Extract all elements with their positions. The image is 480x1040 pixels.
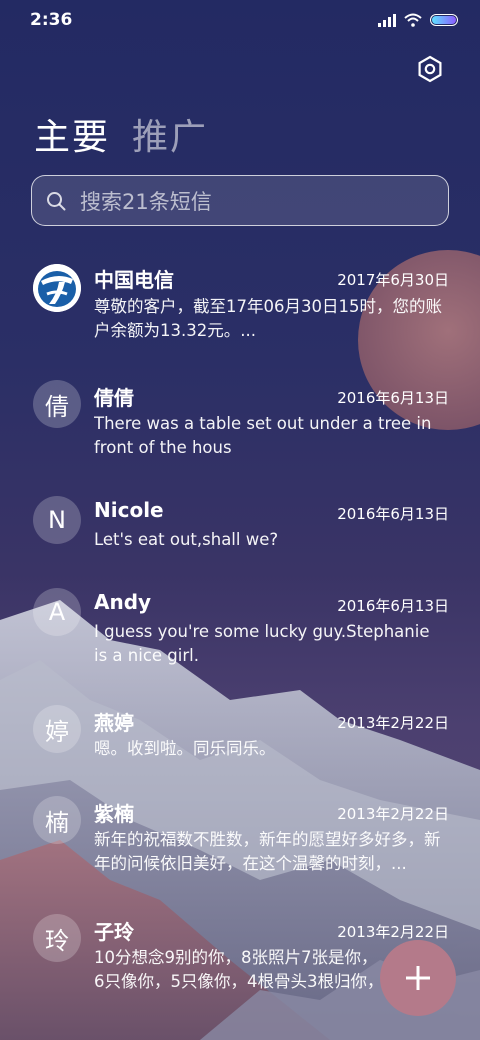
gear-icon[interactable] (416, 55, 444, 83)
message-preview: There was a table set out under a tree i… (94, 414, 432, 457)
message-preview: Let's eat out,shall we? (94, 530, 279, 549)
wifi-icon (404, 13, 422, 27)
contact-name: 倩倩 (94, 386, 134, 410)
contact-name: Nicole (94, 498, 164, 522)
message-preview: I guess you're some lucky guy.Stephanie … (94, 622, 430, 665)
signal-icon (378, 14, 396, 27)
list-item[interactable]: 中国电信 2017年6月30日 尊敬的客户，截至17年06月30日15时，您的账… (0, 262, 480, 357)
status-icons (378, 11, 458, 29)
message-date: 2013年2月22日 (337, 805, 449, 823)
message-date: 2013年2月22日 (337, 923, 449, 941)
message-date: 2013年2月22日 (337, 714, 449, 732)
avatar: A (33, 588, 81, 636)
china-telecom-logo-icon (33, 264, 81, 312)
avatar: N (33, 496, 81, 544)
contact-name: 燕婷 (94, 711, 134, 735)
list-item[interactable]: N Nicole 2016年6月13日 Let's eat out,shall … (0, 496, 480, 566)
message-date: 2016年6月13日 (337, 505, 449, 523)
message-preview: 嗯。收到啦。同乐同乐。 (94, 739, 276, 758)
category-tabs: 主要 推广 (34, 108, 208, 160)
status-time: 2:36 (30, 10, 73, 30)
contact-name: 中国电信 (94, 268, 174, 292)
contact-name: 子玲 (94, 920, 134, 944)
status-bar: 2:36 (0, 0, 480, 40)
list-item[interactable]: 婷 燕婷 2013年2月22日 嗯。收到啦。同乐同乐。 (0, 705, 480, 775)
avatar: 楠 (33, 796, 81, 844)
message-preview: 尊敬的客户，截至17年06月30日15时，您的账户余额为13.32元。... (94, 297, 442, 340)
search-icon (47, 192, 66, 211)
list-item[interactable]: 倩 倩倩 2016年6月13日 There was a table set ou… (0, 380, 480, 475)
avatar: 婷 (33, 705, 81, 753)
avatar: 玲 (33, 914, 81, 962)
list-item[interactable]: 楠 紫楠 2013年2月22日 新年的祝福数不胜数，新年的愿望好多好多，新年的问… (0, 796, 480, 891)
compose-button[interactable] (380, 940, 456, 1016)
message-preview: 新年的祝福数不胜数，新年的愿望好多好多，新年的问候依旧美好，在这个温馨的时刻，.… (94, 830, 441, 873)
message-date: 2016年6月13日 (337, 597, 449, 615)
contact-name: 紫楠 (94, 802, 134, 826)
battery-icon (430, 14, 458, 26)
contact-name: Andy (94, 590, 152, 614)
avatar: 倩 (33, 380, 81, 428)
message-date: 2016年6月13日 (337, 389, 449, 407)
list-item[interactable]: A Andy 2016年6月13日 I guess you're some lu… (0, 588, 480, 683)
tab-promotions[interactable]: 推广 (132, 108, 208, 160)
plus-icon (406, 966, 430, 990)
search-input[interactable] (78, 184, 442, 220)
search-bar[interactable] (31, 175, 449, 226)
tab-primary[interactable]: 主要 (34, 108, 110, 160)
message-preview: 10分想念9别的你，8张照片7张是你，6只像你，5只像你，4根骨头3根归你，2爪… (94, 948, 384, 991)
message-date: 2017年6月30日 (337, 271, 449, 289)
